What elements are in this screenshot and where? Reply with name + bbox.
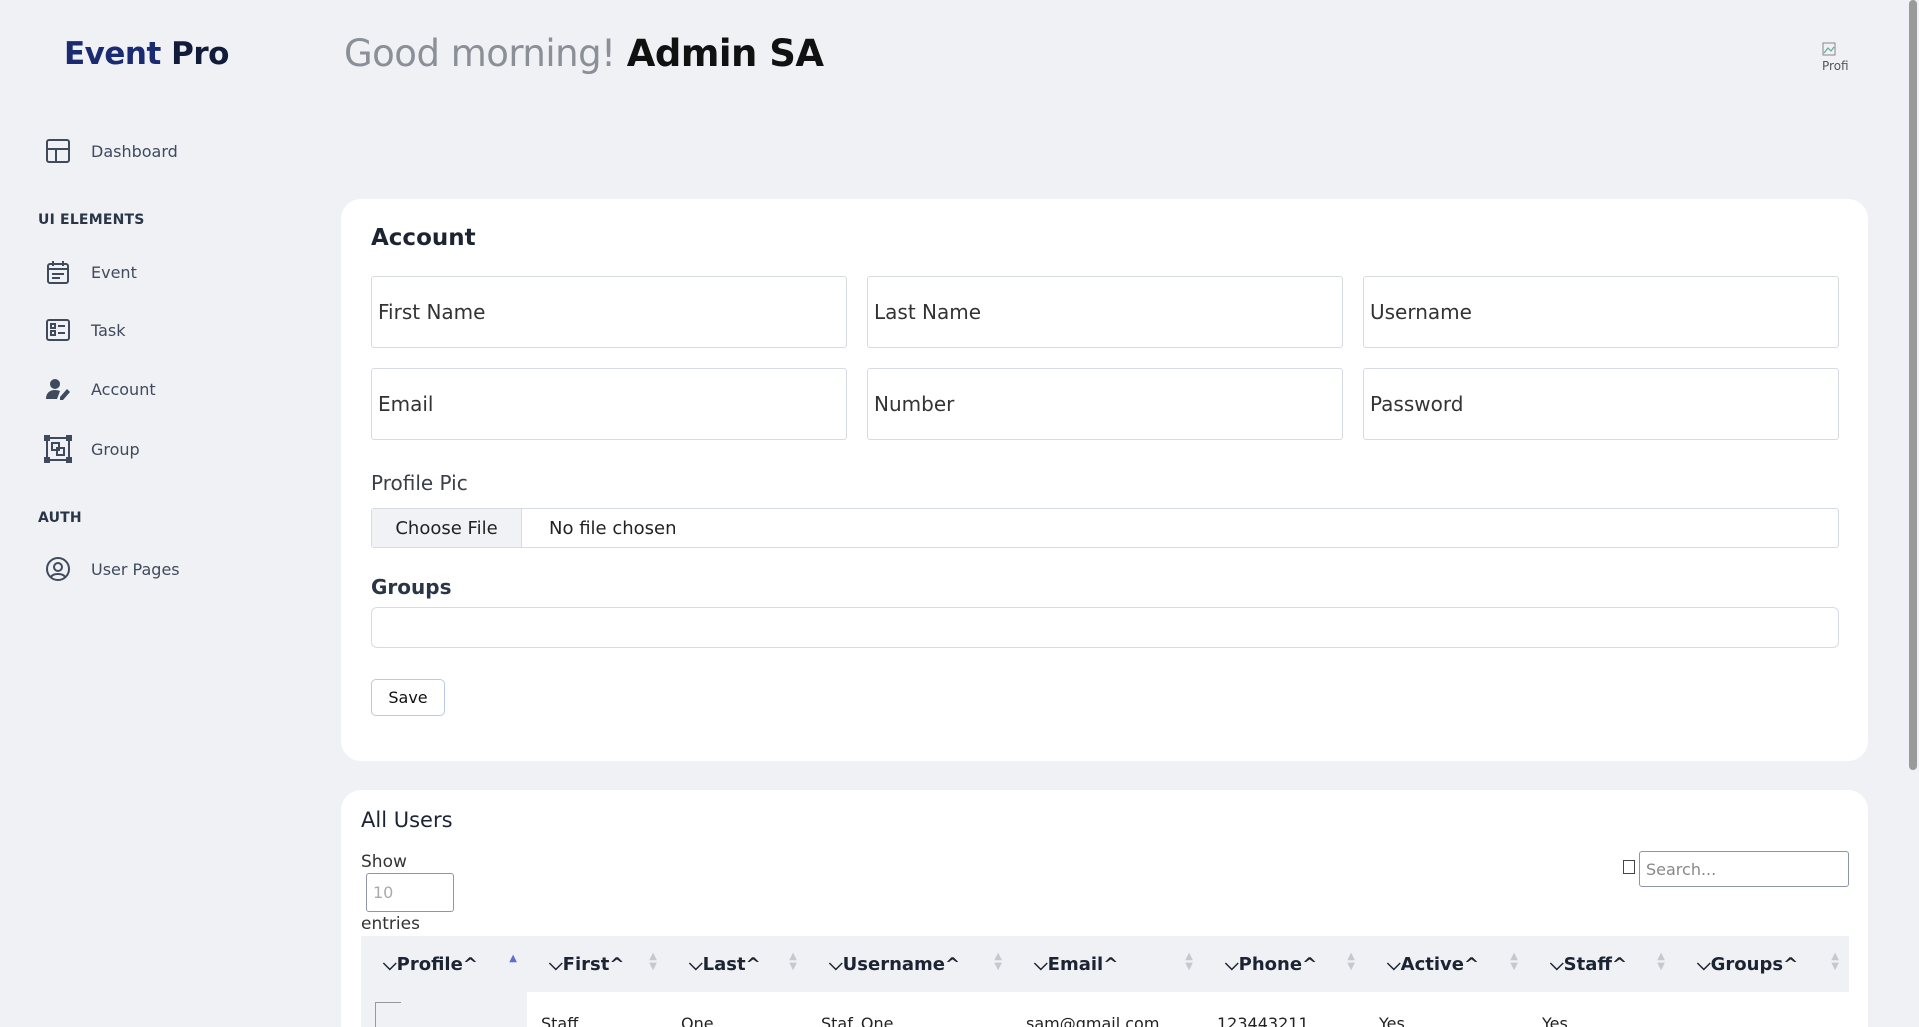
sidebar-item-event[interactable]: Event xyxy=(44,252,137,292)
show-label: Show xyxy=(361,852,407,872)
sidebar-item-account[interactable]: Account xyxy=(44,369,156,409)
entries-label: entries xyxy=(361,914,420,934)
email-cell: sam@gmail.com xyxy=(1026,1014,1160,1027)
sort-icon: ▲ ▼ xyxy=(994,951,1002,972)
sidebar-item-label: Task xyxy=(91,320,126,340)
column-header-staff[interactable]: ⌵Staff^ ▲ ▼ xyxy=(1528,936,1675,992)
sidebar-item-task[interactable]: Task xyxy=(44,310,126,350)
search-input[interactable]: Search... xyxy=(1639,851,1849,887)
sidebar-item-user-pages[interactable]: User Pages xyxy=(44,549,180,589)
groups-cell xyxy=(1675,992,1849,1027)
profile-cell xyxy=(361,992,527,1027)
sidebar-item-label: User Pages xyxy=(91,559,180,579)
calendar-icon xyxy=(44,258,72,286)
dashboard-icon xyxy=(44,137,72,165)
username-input[interactable] xyxy=(1363,276,1839,348)
column-header-username[interactable]: ⌵Username^ ▲ ▼ xyxy=(807,936,1012,992)
choose-file-button[interactable]: Choose File xyxy=(372,509,522,547)
sort-icon: ▲ ▼ xyxy=(1347,951,1355,972)
user-circle-icon xyxy=(44,555,72,583)
username-cell: Staf_One xyxy=(821,1014,894,1027)
last-cell: One xyxy=(681,1014,714,1027)
avatar[interactable]: Profi xyxy=(1822,42,1862,82)
users-title: All Users xyxy=(361,808,453,832)
column-header-email[interactable]: ⌵Email^ ▲ ▼ xyxy=(1012,936,1203,992)
sort-icon: ▲ ▼ xyxy=(1510,951,1518,972)
file-status: No file chosen xyxy=(549,517,677,539)
table-row: Staff One Staf_One sam@gmail.com 1234432… xyxy=(361,992,1849,1027)
sort-icon: ▲ ▼ xyxy=(649,951,657,972)
column-header-last[interactable]: ⌵Last^ ▲ ▼ xyxy=(667,936,807,992)
column-header-label: ⌵First^ xyxy=(549,953,625,975)
column-header-label: ⌵Phone^ xyxy=(1225,953,1318,975)
profile-pic-label: Profile Pic xyxy=(371,471,468,495)
sidebar: Event Pro Dashboard UI ELEMENTS Event Ta… xyxy=(0,0,300,1027)
profile-pic-file-input[interactable]: Choose File No file chosen xyxy=(371,508,1839,548)
sidebar-item-dashboard[interactable]: Dashboard xyxy=(44,131,178,171)
column-header-first[interactable]: ⌵First^ ▲ ▼ xyxy=(527,936,667,992)
logo[interactable]: Event Pro xyxy=(64,36,229,72)
groups-label: Groups xyxy=(371,575,452,599)
broken-image-icon xyxy=(1822,42,1836,56)
sidebar-item-label: Account xyxy=(91,379,156,399)
page-scrollbar[interactable] xyxy=(1906,0,1919,1027)
profile-thumbnail xyxy=(375,1002,401,1027)
scrollbar-thumb[interactable] xyxy=(1909,0,1917,770)
column-header-phone[interactable]: ⌵Phone^ ▲ ▼ xyxy=(1203,936,1365,992)
column-header-label: ⌵Profile^ xyxy=(383,953,478,975)
first-name-input[interactable] xyxy=(371,276,847,348)
user-name: Admin SA xyxy=(626,32,824,75)
logo-part-event: Event xyxy=(64,36,161,72)
user-edit-icon xyxy=(44,375,72,403)
group-icon xyxy=(44,435,72,463)
section-auth: AUTH xyxy=(38,510,82,526)
account-card: Account Profile Pic Choose File No file … xyxy=(341,199,1868,761)
greeting-text: Good morning! xyxy=(344,32,616,75)
column-header-groups[interactable]: ⌵Groups^ ▲ ▼ xyxy=(1675,936,1849,992)
entries-per-page-input[interactable]: 10 xyxy=(366,873,454,912)
logo-part-pro: Pro xyxy=(171,36,229,72)
search-icon xyxy=(1623,860,1635,874)
column-header-profile[interactable]: ⌵Profile^ ▲ xyxy=(361,936,527,992)
section-ui-elements: UI ELEMENTS xyxy=(38,212,145,228)
first-cell: Staff xyxy=(541,1014,579,1027)
column-header-label: ⌵Username^ xyxy=(829,953,961,975)
sort-icon: ▲ ▼ xyxy=(789,951,797,972)
all-users-card: All Users Show 10 entries Search... ⌵Pro… xyxy=(341,790,1868,1027)
table-header: ⌵Profile^ ▲ ⌵First^ ▲ ▼ ⌵Last^ ▲ ▼ ⌵Userna… xyxy=(361,936,1849,992)
sidebar-item-label: Event xyxy=(91,262,137,282)
column-header-label: ⌵Email^ xyxy=(1034,953,1119,975)
staff-cell: Yes xyxy=(1542,1014,1568,1027)
sidebar-item-label: Group xyxy=(91,439,140,459)
sort-icon: ▲ ▼ xyxy=(1831,951,1839,972)
column-header-label: ⌵Staff^ xyxy=(1550,953,1628,975)
groups-select[interactable] xyxy=(371,607,1839,648)
sort-icon: ▲ ▼ xyxy=(1185,951,1193,972)
last-name-input[interactable] xyxy=(867,276,1343,348)
save-button[interactable]: Save xyxy=(371,679,445,716)
column-header-label: ⌵Active^ xyxy=(1387,953,1480,975)
task-list-icon xyxy=(44,316,72,344)
page-greeting: Good morning! Admin SA xyxy=(344,32,824,75)
email-input[interactable] xyxy=(371,368,847,440)
sidebar-item-group[interactable]: Group xyxy=(44,429,140,469)
column-header-active[interactable]: ⌵Active^ ▲ ▼ xyxy=(1365,936,1528,992)
sort-icon: ▲ ▼ xyxy=(1657,951,1665,972)
sort-asc-icon: ▲ xyxy=(509,953,517,964)
number-input[interactable] xyxy=(867,368,1343,440)
phone-cell: 123443211 xyxy=(1217,1014,1309,1027)
avatar-alt-text: Profi xyxy=(1822,59,1849,73)
account-title: Account xyxy=(371,225,476,251)
column-header-label: ⌵Last^ xyxy=(689,953,761,975)
column-header-label: ⌵Groups^ xyxy=(1697,953,1799,975)
sidebar-item-label: Dashboard xyxy=(91,141,178,161)
password-input[interactable] xyxy=(1363,368,1839,440)
active-cell: Yes xyxy=(1379,1014,1405,1027)
